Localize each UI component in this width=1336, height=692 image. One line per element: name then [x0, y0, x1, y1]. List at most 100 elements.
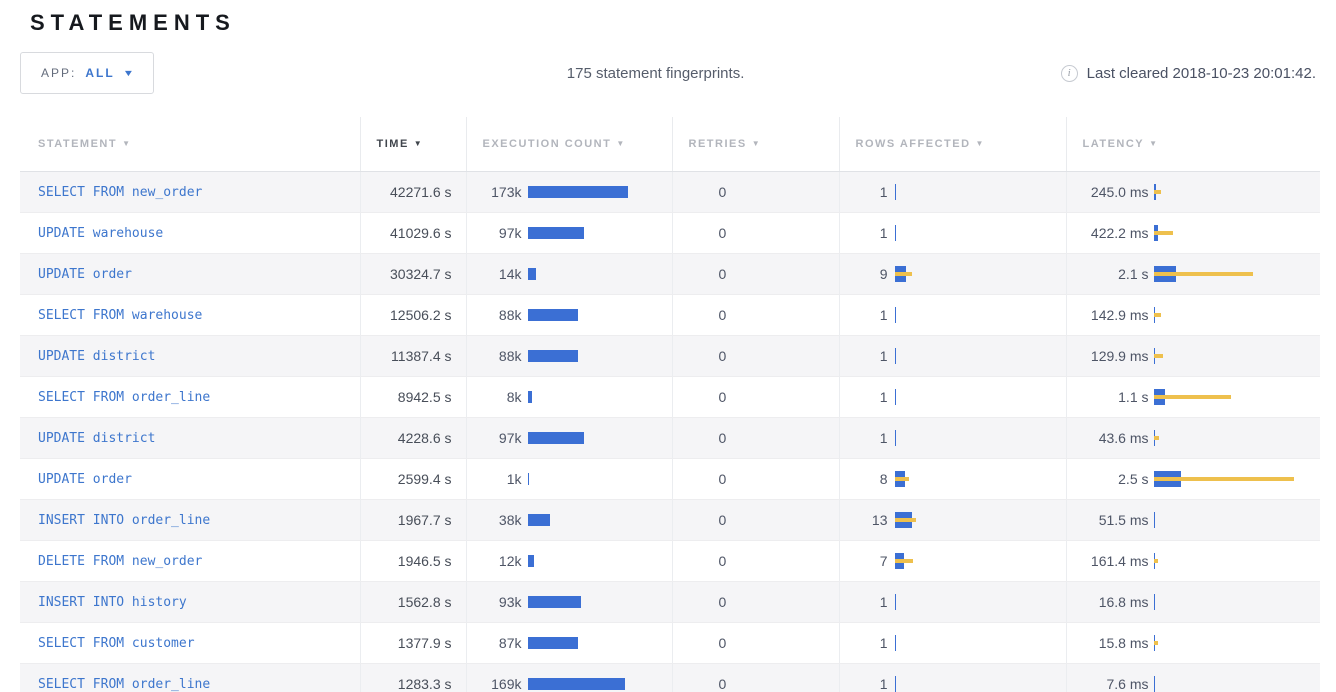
rows-affected-barchart	[895, 389, 1066, 405]
column-header-rows-affected[interactable]: ROWS AFFECTED▼	[839, 117, 1066, 171]
latency-stddev-line	[1154, 395, 1232, 399]
table-row: DELETE FROM new_order1946.5 s12k07161.4 …	[20, 540, 1320, 581]
rows-affected-bar	[895, 184, 896, 200]
execution-count-value: 93k	[467, 594, 522, 610]
rows-affected-bar	[895, 348, 896, 364]
statement-link[interactable]: SELECT FROM customer	[38, 636, 195, 651]
retries-value: 0	[672, 458, 839, 499]
app-filter-value: ALL	[85, 66, 114, 80]
statement-link[interactable]: INSERT INTO history	[38, 595, 187, 610]
latency-value: 161.4 ms	[1067, 553, 1149, 569]
latency-value: 16.8 ms	[1067, 594, 1149, 610]
latency-value: 129.9 ms	[1067, 348, 1149, 364]
table-row: INSERT INTO history1562.8 s93k0116.8 ms	[20, 581, 1320, 622]
execution-count-value: 97k	[467, 430, 522, 446]
rows-affected-bar	[895, 676, 896, 692]
retries-value: 0	[672, 540, 839, 581]
sort-arrow-icon: ▼	[122, 139, 131, 148]
statement-link[interactable]: UPDATE order	[38, 267, 132, 282]
column-header-label: LATENCY	[1083, 138, 1145, 150]
app-filter-dropdown[interactable]: APP: ALL ▼	[20, 52, 154, 94]
statement-link[interactable]: SELECT FROM order_line	[38, 677, 210, 692]
table-row: UPDATE order2599.4 s1k082.5 s	[20, 458, 1320, 499]
execution-count-value: 87k	[467, 635, 522, 651]
execution-count-value: 169k	[467, 676, 522, 692]
time-value: 42271.6 s	[360, 171, 466, 212]
sort-arrow-icon: ▼	[1149, 139, 1158, 148]
latency-stddev-line	[1154, 190, 1162, 194]
execution-count-bar	[528, 473, 529, 485]
latency-barchart	[1154, 594, 1321, 610]
column-header-time[interactable]: TIME▼	[360, 117, 466, 171]
column-header-label: EXECUTION COUNT	[483, 138, 612, 150]
table-row: UPDATE order30324.7 s14k092.1 s	[20, 253, 1320, 294]
latency-barchart	[1154, 512, 1321, 528]
latency-barchart	[1154, 471, 1321, 487]
execution-count-bar	[528, 678, 626, 690]
statement-link[interactable]: INSERT INTO order_line	[38, 513, 210, 528]
statement-link[interactable]: SELECT FROM order_line	[38, 390, 210, 405]
rows-affected-value: 1	[840, 430, 888, 446]
table-row: SELECT FROM warehouse12506.2 s88k01142.9…	[20, 294, 1320, 335]
latency-value: 7.6 ms	[1067, 676, 1149, 692]
statement-link[interactable]: SELECT FROM warehouse	[38, 308, 202, 323]
rows-affected-value: 1	[840, 225, 888, 241]
column-header-statement[interactable]: STATEMENT ▼	[20, 117, 360, 171]
sort-arrow-icon: ▼	[616, 139, 625, 148]
time-value: 8942.5 s	[360, 376, 466, 417]
rows-affected-barchart	[895, 512, 1066, 528]
rows-affected-value: 1	[840, 307, 888, 323]
execution-count-value: 38k	[467, 512, 522, 528]
latency-barchart	[1154, 184, 1321, 200]
rows-affected-value: 7	[840, 553, 888, 569]
execution-count-bar	[528, 555, 535, 567]
statement-link[interactable]: UPDATE district	[38, 431, 155, 446]
latency-stddev-line	[1154, 272, 1254, 276]
time-value: 1967.7 s	[360, 499, 466, 540]
column-header-execution-count[interactable]: EXECUTION COUNT ▼	[466, 117, 672, 171]
table-row: UPDATE district4228.6 s97k0143.6 ms	[20, 417, 1320, 458]
column-header-label: STATEMENT	[38, 138, 117, 150]
latency-value: 2.5 s	[1067, 471, 1149, 487]
latency-barchart	[1154, 635, 1321, 651]
last-cleared-text: Last cleared 2018-10-23 20:01:42.	[1087, 65, 1316, 82]
time-value: 1946.5 s	[360, 540, 466, 581]
latency-barchart	[1154, 348, 1321, 364]
time-value: 2599.4 s	[360, 458, 466, 499]
toolbar: APP: ALL ▼ 175 statement fingerprints. i…	[20, 52, 1316, 94]
rows-affected-stddev-line	[895, 477, 910, 481]
rows-affected-barchart	[895, 266, 1066, 282]
latency-value: 245.0 ms	[1067, 184, 1149, 200]
table-row: SELECT FROM order_line8942.5 s8k011.1 s	[20, 376, 1320, 417]
rows-affected-value: 1	[840, 389, 888, 405]
column-header-retries[interactable]: RETRIES▼	[672, 117, 839, 171]
rows-affected-barchart	[895, 348, 1066, 364]
info-icon[interactable]: i	[1061, 65, 1078, 82]
statement-link[interactable]: UPDATE district	[38, 349, 155, 364]
table-row: SELECT FROM customer1377.9 s87k0115.8 ms	[20, 622, 1320, 663]
sort-arrow-icon: ▼	[752, 139, 761, 148]
rows-affected-value: 1	[840, 594, 888, 610]
latency-stddev-line	[1154, 641, 1158, 645]
execution-count-bar	[528, 227, 584, 239]
statement-link[interactable]: UPDATE order	[38, 472, 132, 487]
latency-barchart	[1154, 430, 1321, 446]
retries-value: 0	[672, 253, 839, 294]
rows-affected-value: 1	[840, 184, 888, 200]
statement-link[interactable]: SELECT FROM new_order	[38, 185, 202, 200]
rows-affected-value: 1	[840, 348, 888, 364]
rows-affected-value: 13	[840, 512, 888, 528]
time-value: 30324.7 s	[360, 253, 466, 294]
latency-barchart	[1154, 225, 1321, 241]
latency-stddev-line	[1154, 354, 1164, 358]
time-value: 1283.3 s	[360, 663, 466, 692]
chevron-down-icon: ▼	[122, 68, 134, 78]
column-header-latency[interactable]: LATENCY ▼	[1066, 117, 1320, 171]
latency-stddev-line	[1154, 477, 1294, 481]
statement-link[interactable]: UPDATE warehouse	[38, 226, 163, 241]
latency-barchart	[1154, 553, 1321, 569]
table-row: UPDATE district11387.4 s88k01129.9 ms	[20, 335, 1320, 376]
latency-barchart	[1154, 266, 1321, 282]
rows-affected-bar	[895, 307, 896, 323]
statement-link[interactable]: DELETE FROM new_order	[38, 554, 202, 569]
